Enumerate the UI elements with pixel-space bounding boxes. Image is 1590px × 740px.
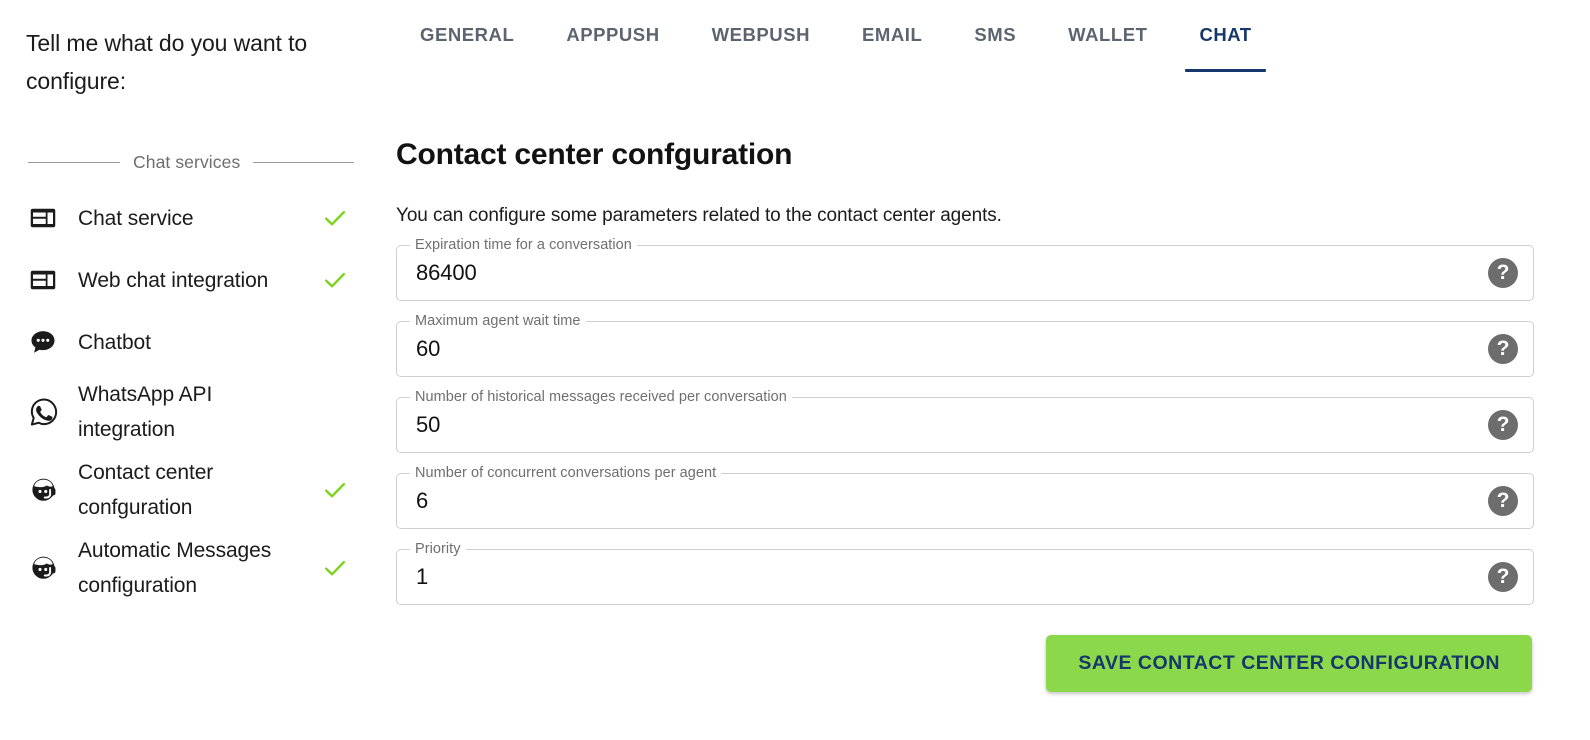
- sidebar-item-label: Automatic Messages configuration: [78, 533, 318, 603]
- configuration-form: Expiration time for a conversation 86400…: [396, 237, 1534, 605]
- sidebar-item-chatbot[interactable]: Chatbot: [26, 311, 356, 373]
- sidebar-item-label: Contact center confguration: [78, 455, 318, 525]
- field-label: Number of historical messages received p…: [415, 389, 787, 405]
- help-icon-glyph: ?: [1496, 488, 1510, 512]
- contact-center-panel: Contact center confguration You can conf…: [382, 138, 1590, 692]
- field-outline: Expiration time for a conversation: [396, 237, 1534, 301]
- tab-label: SMS: [974, 24, 1017, 45]
- sidebar-item-label-line1: Contact center: [78, 461, 214, 484]
- sidebar-prompt: Tell me what do you want to configure:: [26, 30, 308, 94]
- divider-line-left: [28, 162, 120, 163]
- tab-chat[interactable]: CHAT: [1173, 16, 1277, 72]
- sidebar-item-label: Chat service: [78, 206, 194, 230]
- help-icon-glyph: ?: [1496, 564, 1510, 588]
- tab-webpush[interactable]: WEBPUSH: [686, 16, 836, 72]
- field-outline: Maximum agent wait time: [396, 313, 1534, 377]
- help-icon[interactable]: ?: [1488, 486, 1518, 516]
- sidebar-item-label-line1: WhatsApp API: [78, 383, 213, 406]
- tab-general[interactable]: GENERAL: [394, 16, 540, 72]
- sidebar-item-automatic-messages-configuration[interactable]: Automatic Messages configuration: [26, 529, 356, 607]
- tab-email[interactable]: EMAIL: [836, 16, 948, 72]
- outline-notch: Number of historical messages received p…: [410, 389, 792, 453]
- outline-trailing: [585, 321, 1534, 377]
- divider-line-right: [253, 162, 354, 163]
- field-historical-messages[interactable]: Number of historical messages received p…: [396, 389, 1534, 453]
- sidebar-item-web-chat-integration[interactable]: Web chat integration: [26, 249, 356, 311]
- field-outline: Priority: [396, 541, 1534, 605]
- outline-leading: [396, 321, 410, 377]
- chat-bubble-icon: [28, 322, 78, 362]
- outline-trailing: [465, 549, 1534, 605]
- check-icon: [318, 201, 352, 235]
- field-value: 1: [416, 564, 429, 589]
- help-icon[interactable]: ?: [1488, 410, 1518, 440]
- tab-label: WEBPUSH: [711, 24, 811, 45]
- field-priority[interactable]: Priority 1 ?: [396, 541, 1534, 605]
- web-asset-icon: [28, 260, 78, 300]
- form-actions: SAVE CONTACT CENTER CONFIGURATION: [396, 635, 1534, 692]
- tab-label: APPPUSH: [566, 24, 660, 45]
- outline-trailing: [791, 397, 1534, 453]
- tab-label: WALLET: [1068, 24, 1148, 45]
- sidebar-section-label: Chat services: [133, 152, 241, 172]
- help-icon[interactable]: ?: [1488, 562, 1518, 592]
- sidebar-section-divider: Chat services: [26, 152, 356, 173]
- tab-apppush[interactable]: APPPUSH: [540, 16, 685, 72]
- sidebar-item-label-line1: Automatic Messages: [78, 539, 272, 562]
- field-outline: Number of historical messages received p…: [396, 389, 1534, 453]
- outline-leading: [396, 245, 410, 301]
- sidebar-nav: Chat service Web chat integration Chatbo…: [26, 187, 356, 607]
- tab-label: GENERAL: [420, 24, 515, 45]
- save-contact-center-configuration-button[interactable]: SAVE CONTACT CENTER CONFIGURATION: [1046, 635, 1532, 692]
- field-value: 6: [416, 488, 429, 513]
- sidebar-item-label-line2: integration: [78, 418, 175, 441]
- help-icon-glyph: ?: [1496, 260, 1510, 284]
- tab-wallet[interactable]: WALLET: [1042, 16, 1173, 72]
- field-label: Number of concurrent conversations per a…: [415, 465, 717, 481]
- check-icon: [318, 551, 352, 585]
- outline-trailing: [721, 473, 1534, 529]
- outline-notch: Number of concurrent conversations per a…: [410, 465, 722, 529]
- check-icon: [318, 263, 352, 297]
- outline-leading: [396, 397, 410, 453]
- support-agent-icon: [28, 470, 78, 510]
- tab-sms[interactable]: SMS: [948, 16, 1042, 72]
- page-title: Contact center confguration: [396, 138, 793, 171]
- sidebar-item-label-line2: configuration: [78, 574, 197, 597]
- sidebar-item-chat-service[interactable]: Chat service: [26, 187, 356, 249]
- help-icon-glyph: ?: [1496, 336, 1510, 360]
- channel-tabs: GENERAL APPPUSH WEBPUSH EMAIL SMS WALLET: [382, 0, 1590, 72]
- outline-trailing: [636, 245, 1534, 301]
- main-content: GENERAL APPPUSH WEBPUSH EMAIL SMS WALLET: [382, 0, 1590, 740]
- settings-page: Tell me what do you want to configure: C…: [0, 0, 1590, 740]
- sidebar-item-label-line2: confguration: [78, 496, 193, 519]
- field-expiration-time[interactable]: Expiration time for a conversation 86400…: [396, 237, 1534, 301]
- field-value: 86400: [416, 260, 477, 285]
- sidebar-item-contact-center-configuration[interactable]: Contact center confguration: [26, 451, 356, 529]
- outline-leading: [396, 473, 410, 529]
- field-value: 60: [416, 336, 441, 361]
- support-agent-icon: [28, 548, 78, 588]
- tab-label: CHAT: [1199, 24, 1252, 45]
- page-description: You can configure some parameters relate…: [396, 205, 1002, 226]
- check-icon: [318, 473, 352, 507]
- field-maximum-agent-wait-time[interactable]: Maximum agent wait time 60 ?: [396, 313, 1534, 377]
- sidebar-item-label: Chatbot: [78, 330, 151, 354]
- help-icon[interactable]: ?: [1488, 334, 1518, 364]
- help-icon[interactable]: ?: [1488, 258, 1518, 288]
- web-asset-icon: [28, 198, 78, 238]
- sidebar-item-whatsapp-api-integration[interactable]: WhatsApp API integration: [26, 373, 356, 451]
- whatsapp-icon: [28, 392, 78, 432]
- tab-label: EMAIL: [862, 24, 923, 45]
- field-concurrent-conversations[interactable]: Number of concurrent conversations per a…: [396, 465, 1534, 529]
- tab-underline: [1185, 68, 1266, 72]
- sidebar-item-label: WhatsApp API integration: [78, 377, 318, 447]
- help-icon-glyph: ?: [1496, 412, 1510, 436]
- field-outline: Number of concurrent conversations per a…: [396, 465, 1534, 529]
- sidebar: Tell me what do you want to configure: C…: [0, 0, 382, 740]
- outline-leading: [396, 549, 410, 605]
- field-value: 50: [416, 412, 441, 437]
- sidebar-item-label: Web chat integration: [78, 268, 269, 292]
